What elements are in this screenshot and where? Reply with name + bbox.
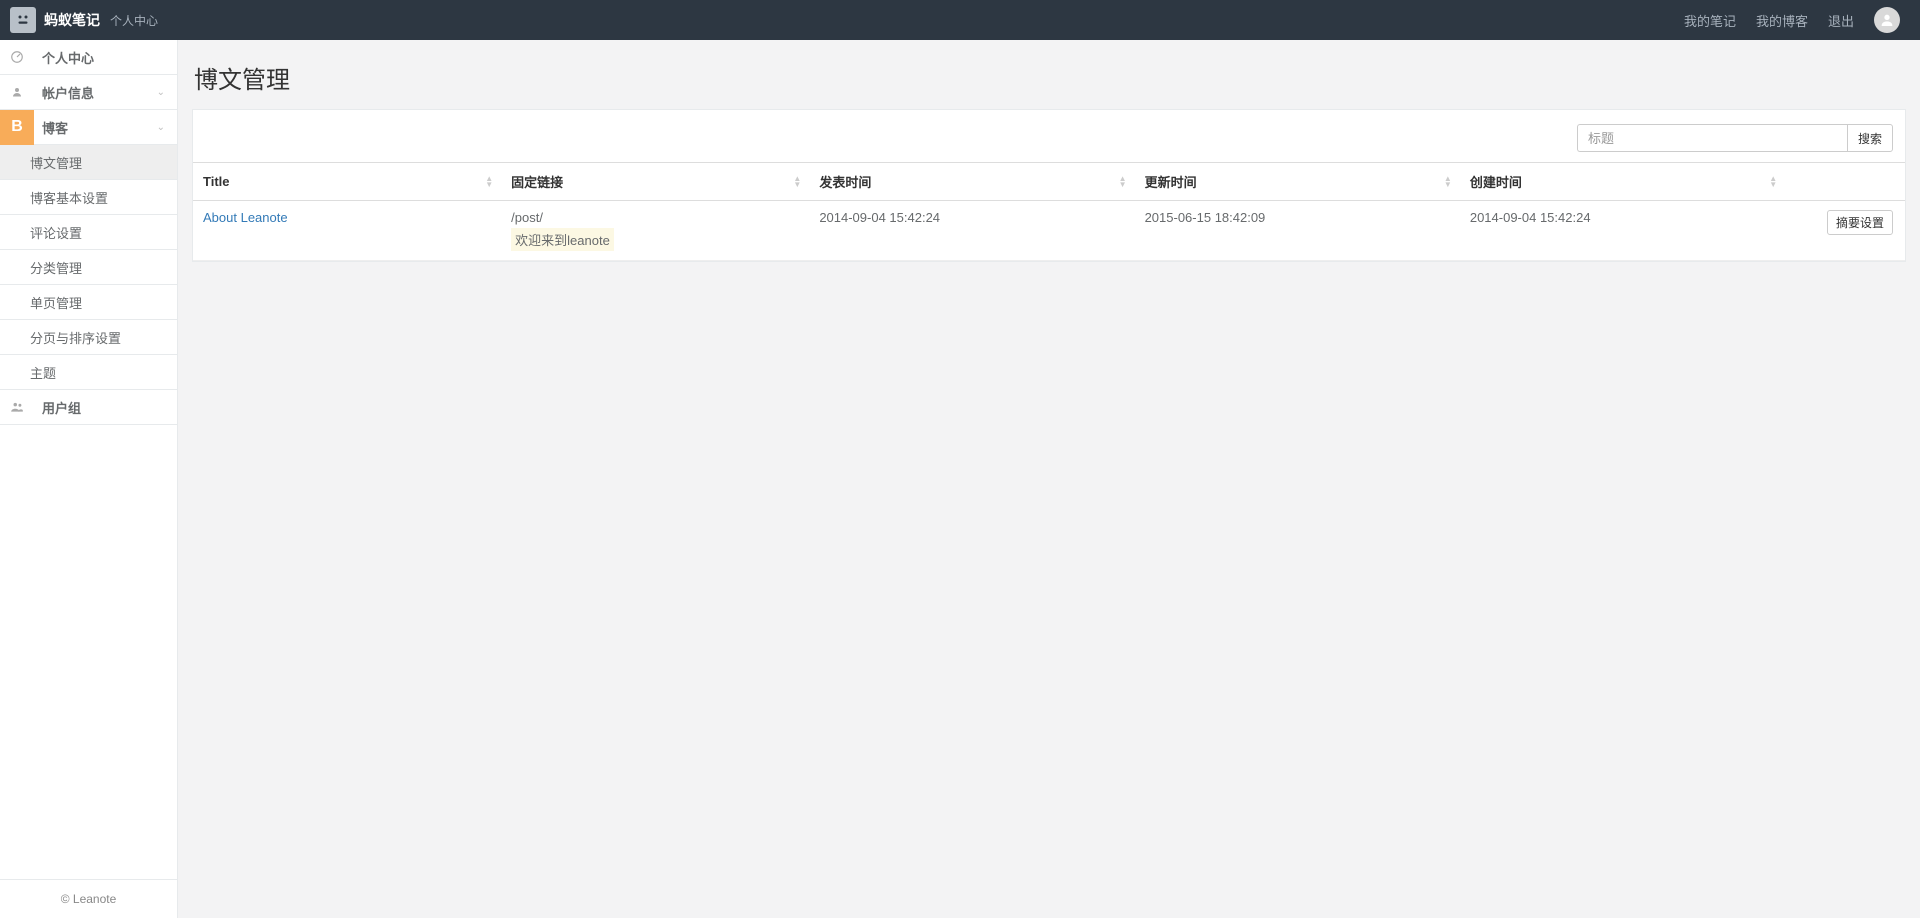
sidebar-sub-category-manage[interactable]: 分类管理	[0, 250, 177, 285]
th-permalink[interactable]: 固定链接 ▲▼	[501, 163, 809, 201]
posts-table: Title ▲▼ 固定链接 ▲▼ 发表时间 ▲▼ 更新时间	[193, 162, 1905, 261]
page-title: 博文管理	[194, 60, 1906, 95]
header: 蚂蚁笔记 个人中心 我的笔记 我的博客 退出	[0, 0, 1920, 40]
post-update-time: 2015-06-15 18:42:09	[1135, 201, 1460, 261]
th-label: 创建时间	[1470, 175, 1522, 190]
search-input[interactable]	[1577, 124, 1847, 152]
sidebar-item-label: 帐户信息	[34, 83, 157, 102]
brand-sub: 个人中心	[110, 12, 158, 29]
sidebar-sub-single-page-manage[interactable]: 单页管理	[0, 285, 177, 320]
blog-badge-icon: B	[0, 110, 34, 145]
post-title-link[interactable]: About Leanote	[203, 210, 288, 225]
th-actions	[1785, 163, 1905, 201]
dashboard-icon	[0, 50, 34, 64]
post-create-time: 2014-09-04 15:42:24	[1460, 201, 1785, 261]
sidebar-footer: © Leanote	[0, 879, 177, 918]
sidebar-sub-theme[interactable]: 主题	[0, 355, 177, 390]
my-blog-link[interactable]: 我的博客	[1756, 11, 1808, 30]
post-excerpt: 欢迎来到leanote	[511, 228, 614, 251]
brand[interactable]: 蚂蚁笔记 个人中心	[10, 7, 158, 33]
brand-logo-icon	[10, 7, 36, 33]
th-label: 发表时间	[819, 175, 871, 190]
search-button[interactable]: 搜索	[1847, 124, 1893, 152]
sort-icon: ▲▼	[1769, 176, 1777, 188]
main-content: 博文管理 搜索 Title ▲▼ 固定链接	[178, 40, 1920, 918]
sort-icon: ▲▼	[1444, 176, 1452, 188]
sidebar-item-user-group[interactable]: 用户组	[0, 390, 177, 425]
users-icon	[0, 400, 34, 414]
panel: 搜索 Title ▲▼ 固定链接 ▲▼	[192, 109, 1906, 262]
sidebar-item-label: 评论设置	[30, 223, 82, 242]
th-publish-time[interactable]: 发表时间 ▲▼	[809, 163, 1134, 201]
sidebar-item-label: 博文管理	[30, 153, 82, 172]
sidebar-item-personal-center[interactable]: 个人中心	[0, 40, 177, 75]
sidebar-item-label: 主题	[30, 363, 56, 382]
sidebar-item-label: 单页管理	[30, 293, 82, 312]
brand-name: 蚂蚁笔记	[44, 10, 100, 30]
sidebar-sub-post-manage[interactable]: 博文管理	[0, 145, 177, 180]
th-label: 固定链接	[511, 175, 563, 190]
sidebar-sub-basic-settings[interactable]: 博客基本设置	[0, 180, 177, 215]
chevron-down-icon: ⌄	[157, 122, 177, 133]
sidebar-item-label: 个人中心	[34, 48, 177, 67]
excerpt-settings-button[interactable]: 摘要设置	[1827, 210, 1893, 235]
sort-icon: ▲▼	[793, 176, 801, 188]
sort-icon: ▲▼	[485, 176, 493, 188]
th-update-time[interactable]: 更新时间 ▲▼	[1135, 163, 1460, 201]
sidebar-item-account-info[interactable]: 帐户信息 ⌄	[0, 75, 177, 110]
sidebar-item-label: 博客基本设置	[30, 188, 108, 207]
post-publish-time: 2014-09-04 15:42:24	[809, 201, 1134, 261]
user-icon	[1879, 12, 1895, 28]
search-group: 搜索	[1577, 124, 1893, 152]
post-permalink: /post/	[511, 210, 799, 225]
my-notes-link[interactable]: 我的笔记	[1684, 11, 1736, 30]
table-row: About Leanote /post/ 欢迎来到leanote 2014-09…	[193, 201, 1905, 261]
sidebar-sub-paging-sort-settings[interactable]: 分页与排序设置	[0, 320, 177, 355]
sidebar-item-label: 分页与排序设置	[30, 328, 121, 347]
sidebar-sub-comment-settings[interactable]: 评论设置	[0, 215, 177, 250]
th-label: Title	[203, 174, 230, 189]
avatar[interactable]	[1874, 7, 1900, 33]
chevron-down-icon: ⌄	[157, 87, 177, 98]
sort-icon: ▲▼	[1119, 176, 1127, 188]
logout-link[interactable]: 退出	[1828, 11, 1854, 30]
sidebar-item-blog[interactable]: B 博客 ⌄	[0, 110, 177, 145]
th-create-time[interactable]: 创建时间 ▲▼	[1460, 163, 1785, 201]
th-label: 更新时间	[1145, 175, 1197, 190]
sidebar-item-label: 分类管理	[30, 258, 82, 277]
header-links: 我的笔记 我的博客 退出	[1684, 7, 1900, 33]
th-title[interactable]: Title ▲▼	[193, 163, 501, 201]
sidebar-item-label: 用户组	[34, 398, 177, 417]
sidebar-item-label: 博客	[34, 118, 157, 137]
user-icon	[0, 86, 34, 98]
sidebar: 个人中心 帐户信息 ⌄ B 博客 ⌄ 博文管理 博客基本设置 评论设置 分类管理…	[0, 40, 178, 918]
